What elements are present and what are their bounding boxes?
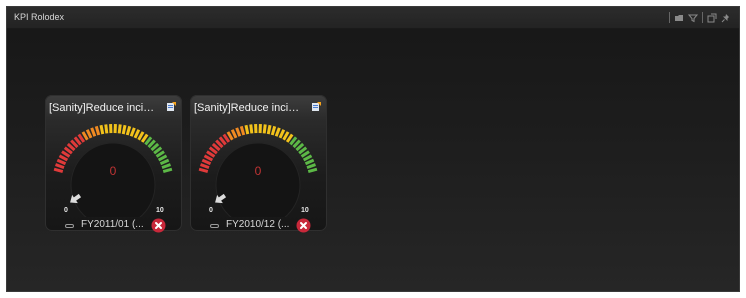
gauge-segment [307,167,318,173]
gauge-max-label: 10 [301,207,309,214]
gauge-segment [85,129,93,139]
gauge-face [215,142,301,217]
gauge-segment [81,131,89,141]
gauge-segment [249,124,254,134]
pin-icon[interactable] [721,13,731,23]
gauge-segment [230,129,238,139]
gauge-face [70,142,156,217]
gauge-segment [161,163,171,170]
gauge-segment [198,167,209,173]
gauge-segment [133,129,141,139]
gauge-segment [206,150,216,158]
gauge-segment [203,154,214,162]
gauge-min-label: 0 [64,207,68,214]
panel-title: KPI Rolodex [14,12,65,22]
kpi-rolodex-panel: KPI Rolodex [Sanity]Reduce incide... 0 0… [6,6,740,292]
note-icon[interactable] [166,101,177,112]
gauge-segment [129,127,136,137]
gauge-segment [235,127,242,137]
gauge-segment [226,131,234,141]
note-icon[interactable] [311,101,322,112]
panel-titlebar: KPI Rolodex [7,7,739,29]
gauge-segment [56,158,67,166]
gauge-segment [53,167,64,173]
gauge-segment [117,124,122,134]
gauge-segment [262,124,267,134]
panel-toolbar [669,11,731,24]
gauge-segment [200,163,210,170]
gauge-segment [58,154,69,162]
gauge-value: 0 [254,164,262,178]
gauge-segment [300,150,310,158]
close-circle-icon[interactable] [151,218,166,233]
gauge-segment [244,124,250,135]
gauge-segment [270,125,277,136]
gauge-segment [302,154,313,162]
popout-icon[interactable] [707,13,717,23]
kpi-card[interactable]: [Sanity]Reduce incide... 0 0 10 FY2010/1… [190,95,327,233]
gauge-segment [125,125,132,136]
trend-dash-icon [210,224,219,228]
gauge-segment [162,167,173,173]
gauge-segment [94,125,101,136]
gauge-segment [239,125,246,136]
gauge-segment [159,158,170,166]
gauge-segment [61,150,71,158]
kpi-period: FY2010/12 (... [226,219,290,230]
toolbar-divider [669,12,670,23]
gauge-segment [121,124,127,135]
kpi-period: FY2011/01 (... [81,219,144,230]
gauge-max-label: 10 [156,207,164,214]
folder-icon[interactable] [674,13,684,23]
kpi-card-title[interactable]: [Sanity]Reduce incide... [194,102,304,114]
gauge-segment [99,124,105,135]
gauge-segment [55,163,65,170]
gauge-min-label: 0 [209,207,213,214]
filter-icon[interactable] [688,13,698,23]
gauge-segment [90,127,97,137]
gauge-segment [278,129,286,139]
gauge-segment [282,131,290,141]
gauge-value: 0 [109,164,117,178]
gauge-segment [304,158,315,166]
trend-dash-icon [65,224,74,228]
gauge-segment [104,124,109,134]
gauge-segment [266,124,272,135]
gauge-segment [274,127,281,137]
toolbar-divider [702,12,703,23]
gauge-segment [306,163,316,170]
gauge-segment [137,131,145,141]
gauge-segment [201,158,212,166]
gauge-segment [157,154,168,162]
gauge-segment [155,150,165,158]
kpi-card-title[interactable]: [Sanity]Reduce incide... [49,102,159,114]
kpi-card[interactable]: [Sanity]Reduce incide... 0 0 10 FY2011/0… [45,95,182,233]
close-circle-icon[interactable] [296,218,311,233]
